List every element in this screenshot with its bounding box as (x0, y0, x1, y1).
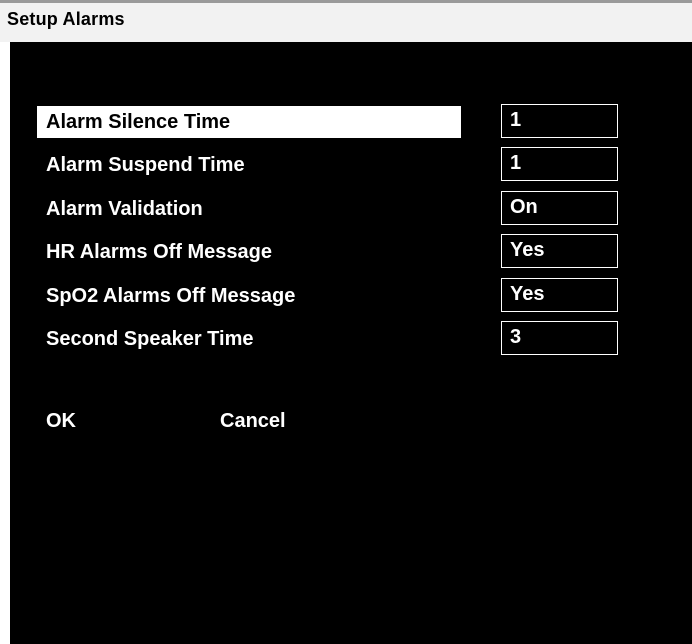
setting-label[interactable]: Second Speaker Time (37, 323, 461, 355)
title-bar: Setup Alarms (0, 0, 692, 42)
settings-panel: Alarm Silence Time 1 Alarm Suspend Time … (10, 42, 692, 644)
hr-alarms-off-message-value[interactable]: Yes (501, 234, 618, 268)
window-title: Setup Alarms (7, 9, 125, 29)
setting-row-alarm-suspend-time[interactable]: Alarm Suspend Time 1 (10, 147, 692, 183)
setting-row-hr-alarms-off-message[interactable]: HR Alarms Off Message Yes (10, 234, 692, 270)
setting-row-alarm-validation[interactable]: Alarm Validation On (10, 191, 692, 227)
setting-label[interactable]: Alarm Silence Time (37, 106, 461, 138)
second-speaker-time-value[interactable]: 3 (501, 321, 618, 355)
setting-label[interactable]: Alarm Suspend Time (37, 149, 461, 181)
setting-label[interactable]: HR Alarms Off Message (37, 236, 461, 268)
cancel-button[interactable]: Cancel (216, 406, 290, 436)
alarm-suspend-time-value[interactable]: 1 (501, 147, 618, 181)
spo2-alarms-off-message-value[interactable]: Yes (501, 278, 618, 312)
setting-row-spo2-alarms-off-message[interactable]: SpO2 Alarms Off Message Yes (10, 278, 692, 314)
setting-row-alarm-silence-time[interactable]: Alarm Silence Time 1 (10, 104, 692, 140)
setup-alarms-window: Setup Alarms Alarm Silence Time 1 Alarm … (0, 0, 692, 644)
setting-row-second-speaker-time[interactable]: Second Speaker Time 3 (10, 321, 692, 357)
setting-label[interactable]: Alarm Validation (37, 193, 461, 225)
alarm-validation-value[interactable]: On (501, 191, 618, 225)
setting-label[interactable]: SpO2 Alarms Off Message (37, 280, 461, 312)
alarm-silence-time-value[interactable]: 1 (501, 104, 618, 138)
ok-button[interactable]: OK (42, 406, 80, 436)
